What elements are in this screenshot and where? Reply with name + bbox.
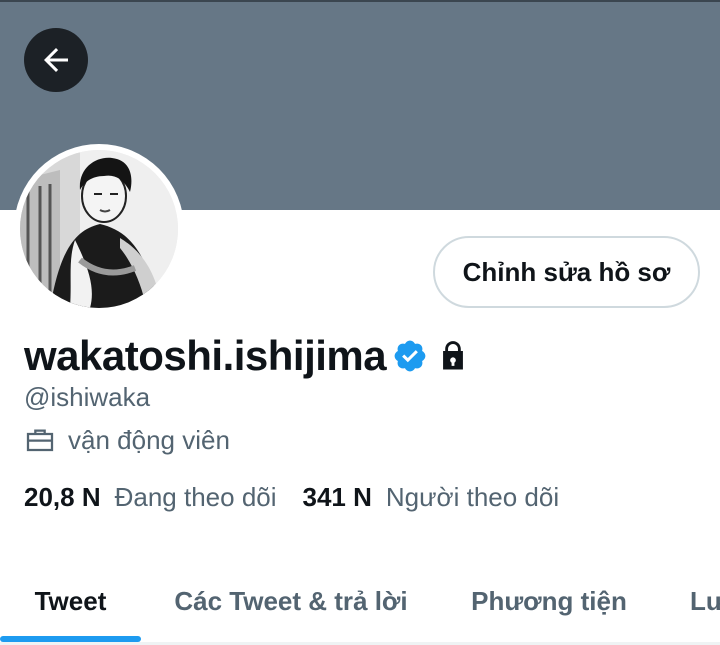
edit-profile-button[interactable]: Chỉnh sửa hồ sơ [433,236,700,308]
follow-stats: 20,8 N Đang theo dõi 341 N Người theo dõ… [24,482,559,513]
following-count: 20,8 N [24,482,101,512]
avatar[interactable] [20,150,178,308]
tab-tweets-and-replies[interactable]: Các Tweet & trả lời [141,560,441,642]
arrow-left-icon [44,48,68,72]
display-name: wakatoshi.ishijima [24,332,387,379]
following-label: Đang theo dõi [114,482,277,512]
following-link[interactable]: 20,8 N Đang theo dõi [24,482,277,513]
profile-job: vận động viên [24,424,230,456]
tab-likes[interactable]: Lư [657,560,720,642]
profile-tabs: Tweet Các Tweet & trả lời Phương tiện Lư [0,560,720,642]
avatar-image [20,150,178,308]
tab-tweets[interactable]: Tweet [0,560,141,642]
back-button[interactable] [24,28,88,92]
verified-badge-icon[interactable] [392,338,428,374]
followers-link[interactable]: 341 N Người theo dõi [303,482,560,513]
tab-media[interactable]: Phương tiện [441,560,657,642]
followers-count: 341 N [302,482,372,512]
avatar-frame[interactable] [14,144,184,314]
user-handle: @ishiwaka [24,382,151,412]
followers-label: Người theo dõi [385,482,560,512]
name-row: wakatoshi.ishijima [24,330,470,382]
job-label: vận động viên [68,424,230,455]
briefcase-icon [26,429,54,452]
lock-icon [443,341,464,370]
